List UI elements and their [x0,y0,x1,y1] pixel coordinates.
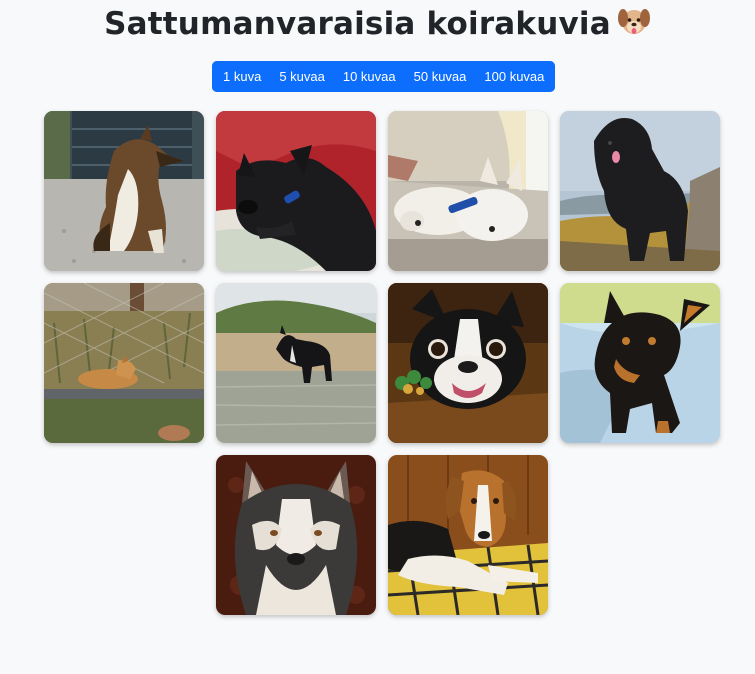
five-images-button[interactable]: 5 kuvaa [270,61,334,92]
fifty-images-button[interactable]: 50 kuvaa [404,61,476,92]
one-image-button[interactable]: 1 kuva [212,61,271,92]
dog-image-dingo-fence[interactable] [44,283,204,443]
dog-image-westies[interactable] [388,111,548,271]
dog-image-malamute[interactable] [216,455,376,615]
ten-images-button[interactable]: 10 kuvaa [333,61,405,92]
dog-image-miniature-pinscher[interactable] [560,283,720,443]
dog-face-icon [617,4,651,38]
page-title-text: Sattumanvaraisia koirakuvia [104,6,611,42]
image-count-button-group: 1 kuva 5 kuvaa 10 kuvaa 50 kuvaa 100 kuv… [212,61,556,92]
page-title: Sattumanvaraisia koirakuvia [0,4,755,44]
dog-image-beach-dog[interactable] [216,283,376,443]
dog-image-collie[interactable] [44,111,204,271]
dog-image-boston-terrier[interactable] [388,283,548,443]
dog-image-black-puppy[interactable] [216,111,376,271]
hundred-images-button[interactable]: 100 kuvaa [475,61,556,92]
page: Sattumanvaraisia koirakuvia 1 kuva 5 kuv… [0,0,755,674]
dog-image-beagle[interactable] [388,455,548,615]
dog-image-black-shaggy-dog[interactable] [560,111,720,271]
